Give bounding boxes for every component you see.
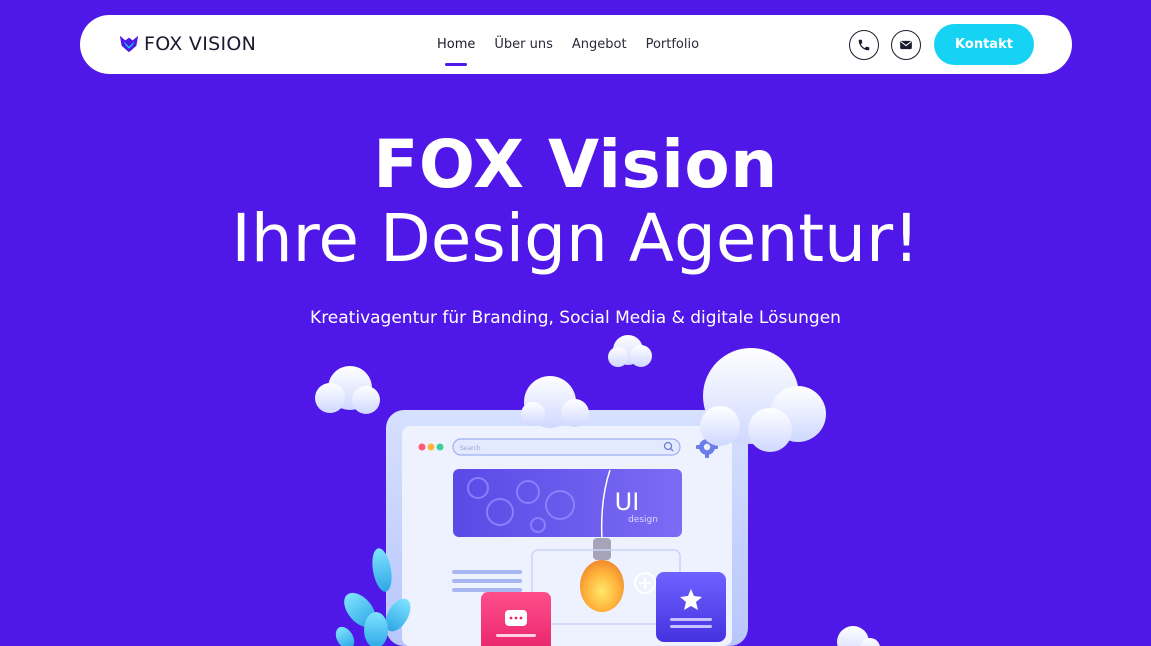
hero-title-bold: FOX [373,126,525,203]
navbar: FOX VISION Home Über uns Angebot Portfol… [80,15,1072,74]
cloud-bottom-right [837,626,880,646]
cloud-small-top [608,335,652,367]
nav-angebot-label: Angebot [571,37,627,52]
phone-icon [858,39,870,51]
text-line [452,588,522,592]
hero-title-line1: FOX Vision [0,132,1151,198]
illustration-search-placeholder: Search [460,445,481,452]
cloud-center [521,376,589,428]
contact-button[interactable]: Kontakt [934,24,1034,65]
nav-ueber-uns[interactable]: Über uns [494,31,553,58]
active-indicator [445,63,468,66]
cloud-right [700,348,826,452]
star-card [656,572,726,642]
text-line [452,570,522,574]
illustration-search-bar [452,438,681,456]
nav-portfolio-label: Portfolio [645,37,700,52]
text-line [452,579,522,583]
dot-green [436,443,444,451]
banner-design-text: design [628,515,658,525]
brand-name: FOX VISION [144,33,257,55]
hero-title-line2: Ihre Design Agentur! [231,200,920,277]
dot-yellow [427,443,435,451]
nav-ueber-uns-label: Über uns [494,37,553,52]
mail-icon [900,40,912,50]
nav-portfolio[interactable]: Portfolio [646,31,699,58]
hero-subtitle: Kreativagentur für Branding, Social Medi… [310,308,841,328]
main-nav: Home Über uns Angebot Portfolio [437,15,718,74]
ui-design-banner [453,469,682,537]
nav-home[interactable]: Home [437,31,476,66]
nav-angebot[interactable]: Angebot [572,31,627,58]
cloud-left [315,366,380,414]
hero-illustration: Search UI design [315,335,880,646]
dot-red [418,443,426,451]
nav-home-label: Home [437,37,476,52]
lamp-socket [593,538,611,560]
banner-ui-text: UI [615,488,640,516]
brand-logo[interactable]: FOX VISION [118,33,256,55]
phone-button[interactable] [849,30,879,60]
hero-title-rest: Vision [524,126,778,203]
fox-logo-icon [119,35,139,53]
mail-button[interactable] [891,30,921,60]
light-bulb [580,560,624,612]
